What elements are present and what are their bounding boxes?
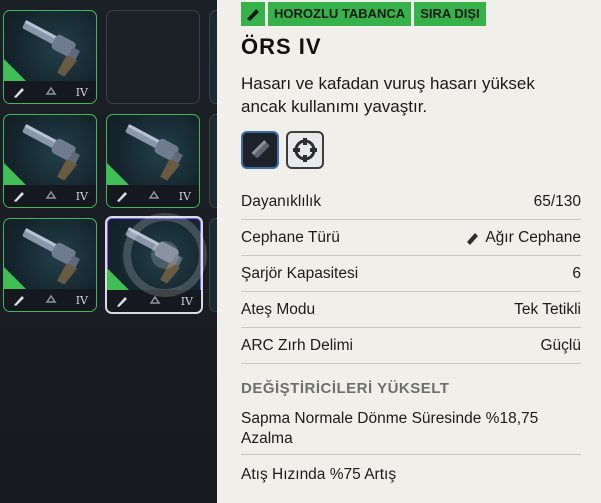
- inventory-slot-partial[interactable]: [209, 218, 217, 312]
- inventory-grid: IV IV IV IV IV: [0, 0, 217, 503]
- recycle-icon: [45, 190, 57, 199]
- weapon-type-tag: HOROZLU TABANCA: [268, 2, 412, 26]
- item-description: Hasarı ve kafadan vuruş hasarı yüksek an…: [241, 74, 535, 116]
- crosshair-icon: [293, 138, 317, 162]
- weapon-class-icon: [241, 2, 265, 26]
- item-tags: HOROZLU TABANCA SIRA DIŞI: [241, 2, 486, 26]
- upgrade-line: Atış Hızında %75 Artış: [241, 466, 397, 483]
- weapon-type-icon: [14, 192, 24, 202]
- item-name: ÖRS IV: [241, 34, 322, 59]
- stat-row-fire-mode: Ateş Modu Tek Tetikli: [241, 292, 581, 328]
- inventory-slot[interactable]: IV: [106, 114, 200, 208]
- stats-table: Dayanıklılık 65/130 Cephane Türü Ağır Ce…: [241, 184, 581, 364]
- stat-row-ammo-type: Cephane Türü Ağır Cephane: [241, 220, 581, 256]
- rarity-tag: SIRA DIŞI: [414, 2, 486, 26]
- muzzle-mod-slot[interactable]: [241, 131, 279, 169]
- stat-value: Güçlü: [540, 336, 582, 354]
- inventory-slot[interactable]: IV: [3, 114, 97, 208]
- inventory-slot[interactable]: IV: [3, 10, 97, 104]
- stat-label: Cephane Türü: [241, 228, 340, 246]
- stat-row-armor-penetration: ARC Zırh Delimi Güçlü: [241, 328, 581, 364]
- recycle-icon: [45, 86, 57, 95]
- revolver-icon: [22, 20, 81, 77]
- weapon-type-icon: [117, 192, 127, 202]
- tier-label: IV: [75, 293, 88, 307]
- stat-label: ARC Zırh Delimi: [241, 336, 353, 354]
- weapon-type-icon: [14, 88, 24, 98]
- silencer-icon: [251, 140, 270, 158]
- upgrade-line: Sapma Normale Dönme Süresinde %18,75 Aza…: [241, 409, 581, 455]
- inventory-slot-partial[interactable]: [209, 114, 217, 208]
- recycle-icon: [45, 294, 57, 303]
- upgrades-heading: DEĞİŞTİRİCİLERİ YÜKSELT: [241, 380, 450, 397]
- stat-value: 6: [572, 264, 581, 282]
- tier-label: IV: [75, 189, 88, 203]
- stat-row-magazine-size: Şarjör Kapasitesi 6: [241, 256, 581, 292]
- stat-label: Ateş Modu: [241, 300, 316, 318]
- stat-label: Dayanıklılık: [241, 192, 322, 210]
- stat-value: 65/130: [533, 192, 581, 210]
- magazine-mod-slot[interactable]: [286, 131, 324, 169]
- mod-slots: [241, 131, 324, 169]
- recycle-icon: [148, 190, 160, 199]
- ammo-icon: [467, 232, 479, 245]
- inventory-slot-partial[interactable]: [209, 10, 217, 104]
- inventory-slot-empty[interactable]: [106, 10, 200, 104]
- stat-label: Şarjör Kapasitesi: [241, 264, 359, 282]
- tier-label: IV: [178, 189, 191, 203]
- revolver-icon: [22, 228, 81, 285]
- revolver-icon: [22, 124, 81, 181]
- inventory-slot[interactable]: IV: [3, 218, 97, 312]
- revolver-icon: [125, 124, 184, 181]
- weapon-type-icon: [14, 296, 24, 306]
- stat-value: Tek Tetikli: [514, 300, 581, 318]
- tier-label: IV: [75, 85, 88, 99]
- item-detail-panel: HOROZLU TABANCA SIRA DIŞI ÖRS IV Hasarı …: [217, 0, 601, 503]
- stat-row-durability: Dayanıklılık 65/130: [241, 184, 581, 220]
- watermark-logo: [123, 213, 207, 297]
- stat-value: Ağır Cephane: [485, 228, 581, 246]
